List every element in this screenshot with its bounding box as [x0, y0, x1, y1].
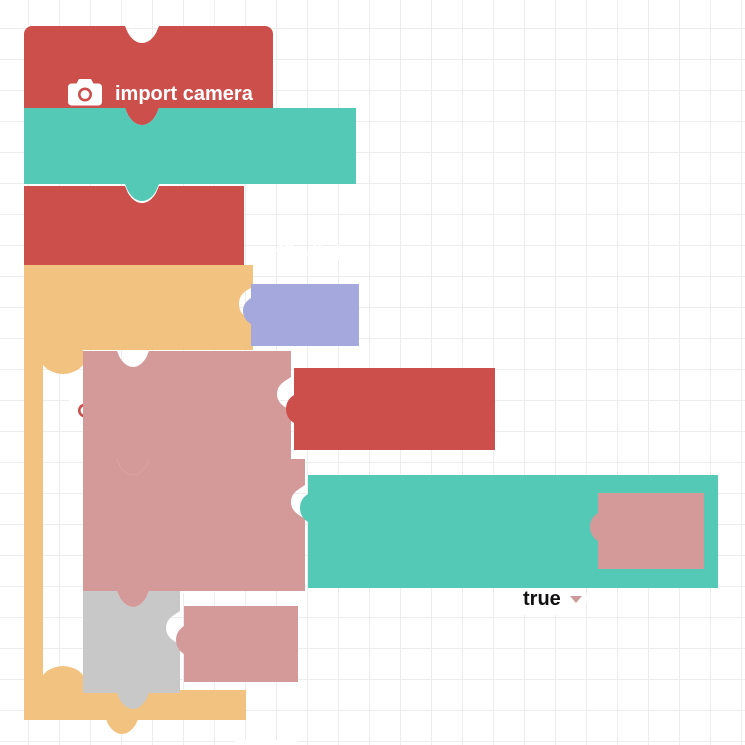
- import-camera-label: import camera: [115, 83, 253, 105]
- set-variable-color-shape: [83, 459, 305, 607]
- camera-icon: [68, 77, 102, 112]
- take-picture-block[interactable]: take picture: [286, 368, 495, 450]
- load-knn-model-block[interactable]: load KNN model traffic-light: [24, 108, 356, 264]
- knn-model-name[interactable]: traffic-light: [250, 244, 354, 264]
- variable-img-block[interactable]: img: [590, 493, 704, 569]
- print-block[interactable]: print: [83, 591, 180, 709]
- variable-color-block[interactable]: color: [176, 606, 298, 682]
- print-shape: [83, 591, 180, 709]
- chevron-down-icon: [569, 596, 582, 603]
- import-camera-block[interactable]: import camera: [24, 26, 288, 125]
- take-picture-shape: [286, 368, 495, 450]
- set-variable-color-block[interactable]: set color to: [83, 459, 305, 607]
- boolean-true-block[interactable]: true: [243, 284, 587, 615]
- true-value-text: true: [523, 588, 561, 610]
- blockly-workspace[interactable]: import camera load KNN model traffic-lig…: [0, 0, 745, 745]
- boolean-true-shape: [243, 284, 359, 346]
- set-variable-img-block[interactable]: set img to: [83, 351, 307, 745]
- variable-img-shape: [590, 493, 704, 569]
- img-variable-dropdown[interactable]: img: [226, 740, 307, 745]
- set-variable-img-shape: [83, 351, 291, 475]
- start-camera-block[interactable]: start camera: [24, 186, 244, 422]
- variable-color-shape: [176, 606, 298, 682]
